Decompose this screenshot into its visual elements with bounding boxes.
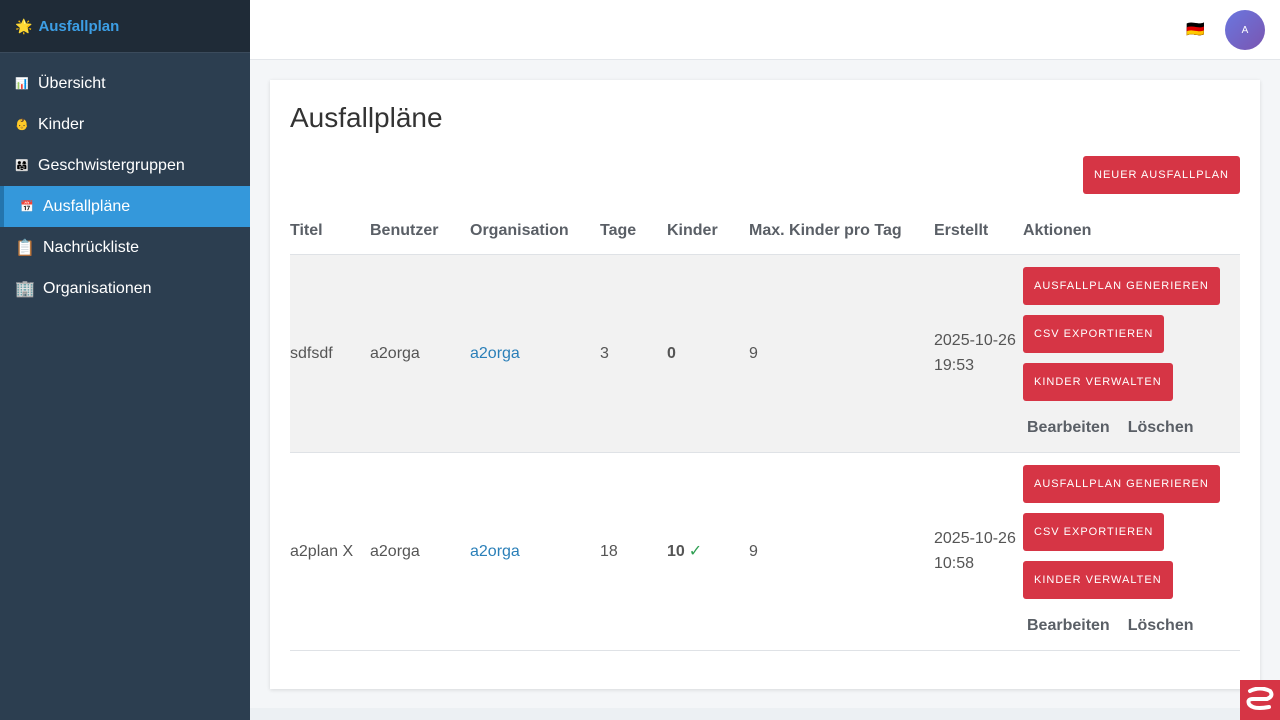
manage-children-button[interactable]: Kinder verwalten (1023, 362, 1173, 401)
sidebar-item-organisationen[interactable]: 🏢 Organisationen (0, 268, 250, 309)
export-csv-button[interactable]: CSV exportieren (1023, 314, 1165, 353)
sidebar-item-label: Organisationen (43, 279, 152, 297)
sidebar-item-label: Geschwistergruppen (38, 156, 185, 174)
brand-title: Ausfallplan (38, 17, 120, 35)
column-header[interactable]: Max. Kinder pro Tag (749, 208, 934, 255)
edit-link[interactable]: Bearbeiten (1027, 617, 1110, 634)
sidebar-item-geschwistergruppen[interactable]: 👨‍👩‍👧 Geschwistergruppen (0, 145, 250, 186)
column-header[interactable]: Erstellt (934, 208, 1023, 255)
plans-table: Titel Benutzer Organisation Tage Kinder … (290, 208, 1240, 651)
family-icon: 👨‍👩‍👧 (15, 160, 29, 172)
calendar-icon: 📅 (20, 201, 34, 213)
sidebar: 🌟 Ausfallplan 📊 Übersicht 👶 Kinder 👨‍👩‍👧… (0, 0, 250, 720)
column-header[interactable]: Titel (290, 208, 370, 255)
generate-plan-button[interactable]: Ausfallplan generieren (1023, 464, 1220, 503)
generate-plan-button[interactable]: Ausfallplan generieren (1023, 266, 1220, 305)
avatar[interactable]: A (1225, 10, 1265, 50)
export-csv-button[interactable]: CSV exportieren (1023, 512, 1165, 551)
chat-widget-icon[interactable] (1240, 680, 1280, 720)
plans-card: Ausfallpläne Neuer Ausfallplan Titel Ben… (270, 80, 1260, 689)
table-row: a2plan X a2orga a2orga 18 10 ✓ 9 2025-10-… (290, 452, 1240, 651)
table-row: sdfsdf a2orga a2orga 3 0 9 2025-10-26 19… (290, 254, 1240, 453)
check-icon: ✓ (688, 542, 703, 560)
cell-title: sdfsdf (290, 254, 370, 453)
main-content: Ausfallpläne Neuer Ausfallplan Titel Ben… (250, 60, 1280, 708)
children-count: 10 (667, 542, 685, 560)
cell-actions: Ausfallplan generieren CSV exportieren K… (1023, 452, 1240, 651)
topbar: 🇩🇪 A (250, 0, 1280, 60)
cell-days: 18 (600, 452, 667, 651)
cell-title: a2plan X (290, 452, 370, 651)
baby-icon: 👶 (15, 119, 29, 131)
row-links: Bearbeiten Löschen (1023, 613, 1240, 638)
cell-max-children: 9 (749, 254, 934, 453)
column-header[interactable]: Kinder (667, 208, 749, 255)
chart-icon: 📊 (15, 78, 29, 90)
delete-link[interactable]: Löschen (1128, 617, 1194, 634)
cell-organization: a2orga (470, 254, 600, 453)
edit-link[interactable]: Bearbeiten (1027, 419, 1110, 436)
cell-created: 2025-10-26 10:58 (934, 452, 1023, 651)
chat-widget-logo (1246, 687, 1274, 710)
sidebar-item-ausfallplaene[interactable]: 📅 Ausfallpläne (0, 186, 250, 227)
cell-created: 2025-10-26 19:53 (934, 254, 1023, 453)
cell-user: a2orga (370, 254, 470, 453)
delete-link[interactable]: Löschen (1128, 419, 1194, 436)
brand[interactable]: 🌟 Ausfallplan (0, 0, 250, 53)
cell-children: 0 (667, 254, 749, 453)
manage-children-button[interactable]: Kinder verwalten (1023, 560, 1173, 599)
row-links: Bearbeiten Löschen (1023, 415, 1240, 440)
sidebar-item-label: Ausfallpläne (43, 197, 131, 215)
sidebar-nav: 📊 Übersicht 👶 Kinder 👨‍👩‍👧 Geschwistergr… (0, 63, 250, 309)
sidebar-item-nachrueckliste[interactable]: 📋 Nachrückliste (0, 227, 250, 268)
cell-max-children: 9 (749, 452, 934, 651)
sidebar-item-label: Nachrückliste (43, 238, 140, 256)
clipboard-icon: 📋 (15, 239, 35, 257)
cell-user: a2orga (370, 452, 470, 651)
column-header[interactable]: Tage (600, 208, 667, 255)
column-header: Aktionen (1023, 208, 1240, 255)
cell-organization: a2orga (470, 452, 600, 651)
sidebar-item-kinder[interactable]: 👶 Kinder (0, 104, 250, 145)
sidebar-item-label: Übersicht (38, 74, 106, 92)
cell-children: 10 ✓ (667, 452, 749, 651)
sidebar-item-uebersicht[interactable]: 📊 Übersicht (0, 63, 250, 104)
new-plan-button[interactable]: Neuer Ausfallplan (1083, 156, 1240, 194)
organization-link[interactable]: a2orga (470, 345, 520, 362)
cell-actions: Ausfallplan generieren CSV exportieren K… (1023, 254, 1240, 453)
sidebar-item-label: Kinder (38, 115, 85, 133)
children-count: 0 (667, 344, 676, 362)
organization-link[interactable]: a2orga (470, 543, 520, 560)
column-header[interactable]: Organisation (470, 208, 600, 255)
building-icon: 🏢 (15, 280, 35, 298)
cell-days: 3 (600, 254, 667, 453)
german-flag-icon[interactable]: 🇩🇪 (1186, 20, 1205, 38)
column-header[interactable]: Benutzer (370, 208, 470, 255)
page-title: Ausfallpläne (290, 102, 443, 133)
table-header-row: Titel Benutzer Organisation Tage Kinder … (290, 208, 1240, 255)
star-icon: 🌟 (15, 17, 33, 34)
